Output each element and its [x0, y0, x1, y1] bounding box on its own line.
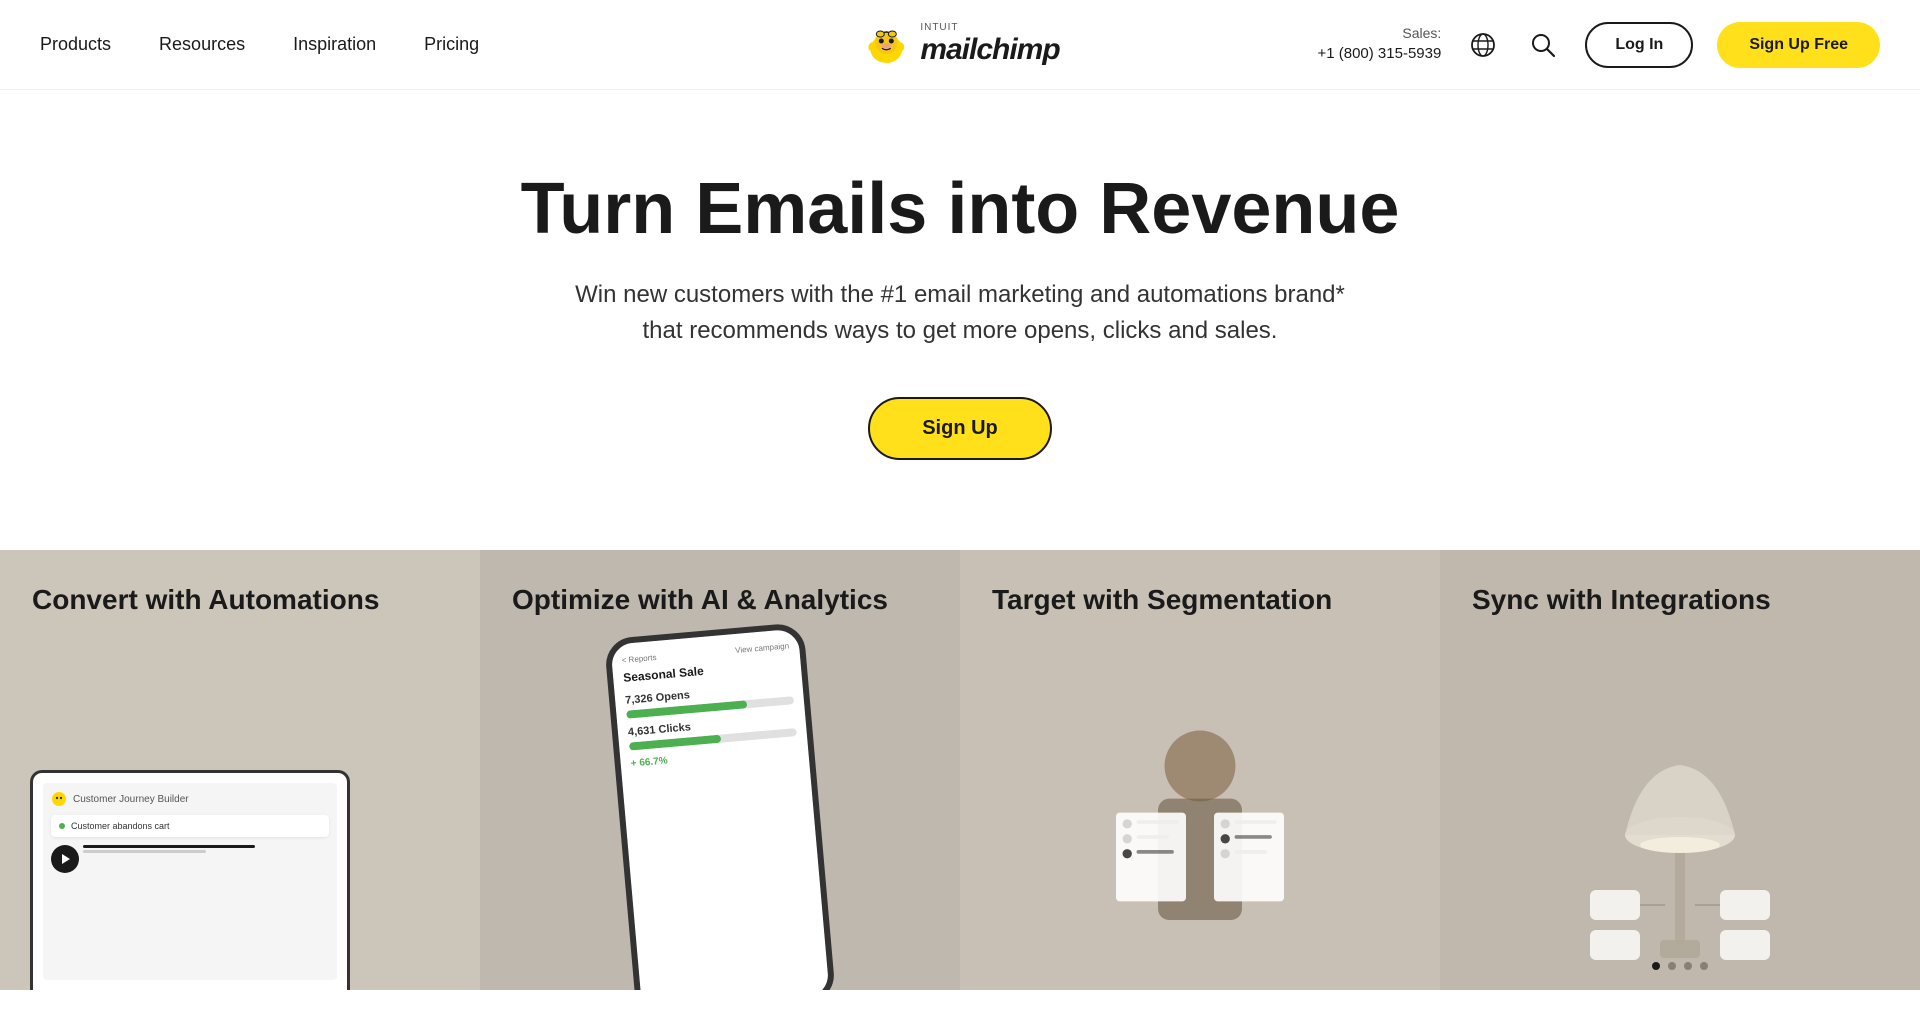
screen-row-text: Customer abandons cart	[71, 821, 170, 831]
language-selector[interactable]	[1465, 27, 1501, 63]
feature-segmentation: Target with Segmentation	[960, 550, 1440, 990]
feature-automations-image: Customer Journey Builder Customer abando…	[0, 650, 480, 990]
flow-node	[51, 845, 79, 873]
carousel-dot-3[interactable]	[1684, 962, 1692, 970]
carousel-dot-2[interactable]	[1668, 962, 1676, 970]
feature-integrations: Sync with Integrations	[1440, 550, 1920, 990]
nav-inspiration[interactable]: Inspiration	[293, 34, 376, 55]
features-section: Convert with Automations Customer Journe…	[0, 550, 1920, 990]
nav-left: Products Resources Inspiration Pricing	[40, 34, 479, 55]
intuit-label: INTUIT	[920, 22, 958, 33]
search-button[interactable]	[1525, 27, 1561, 63]
feature-segmentation-image	[960, 650, 1440, 990]
logo-text: INTUIT mailchimp	[920, 22, 1059, 67]
hero-subtitle: Win new customers with the #1 email mark…	[560, 277, 1360, 349]
feature-segmentation-title: Target with Segmentation	[960, 550, 1440, 617]
nav-pricing[interactable]: Pricing	[424, 34, 479, 55]
navbar: Products Resources Inspiration Pricing	[0, 0, 1920, 90]
phone-screen: < Reports View campaign Seasonal Sale 7,…	[610, 629, 829, 990]
mailchimp-monkey-icon	[860, 19, 912, 71]
hero-title: Turn Emails into Revenue	[521, 170, 1400, 249]
nav-products[interactable]: Products	[40, 34, 111, 55]
screen-row-1: Customer abandons cart	[51, 815, 329, 837]
screen-app-title: Customer Journey Builder	[73, 794, 189, 805]
nav-resources[interactable]: Resources	[159, 34, 245, 55]
feature-ai-analytics: Optimize with AI & Analytics < Reports V…	[480, 550, 960, 990]
mailchimp-small-icon	[51, 791, 67, 807]
flow-diagram	[51, 845, 329, 873]
signup-free-button[interactable]: Sign Up Free	[1717, 22, 1880, 68]
feature-integrations-title: Sync with Integrations	[1440, 550, 1920, 617]
hero-signup-button[interactable]: Sign Up	[868, 397, 1052, 460]
play-icon	[58, 852, 72, 866]
feature-integrations-image	[1440, 650, 1920, 990]
sales-phone: +1 (800) 315-5939	[1317, 45, 1441, 62]
lamp-illustration	[1570, 690, 1790, 990]
feature-ai-analytics-title: Optimize with AI & Analytics	[480, 550, 960, 617]
carousel-dot-1[interactable]	[1652, 962, 1660, 970]
feature-automations: Convert with Automations Customer Journe…	[0, 550, 480, 990]
sales-label: Sales:	[1317, 24, 1441, 44]
screen-header: Customer Journey Builder	[51, 791, 329, 807]
login-button[interactable]: Log In	[1585, 22, 1693, 68]
nav-right: Sales: +1 (800) 315-5939 Log In Sign Up …	[1317, 22, 1880, 68]
feature-automations-title: Convert with Automations	[0, 550, 480, 617]
feature-ai-image: < Reports View campaign Seasonal Sale 7,…	[480, 650, 960, 990]
logo[interactable]: INTUIT mailchimp	[860, 19, 1059, 71]
search-icon	[1530, 32, 1556, 58]
sales-info: Sales: +1 (800) 315-5939	[1317, 24, 1441, 66]
phone-mockup: < Reports View campaign Seasonal Sale 7,…	[604, 622, 836, 990]
person-illustration	[1100, 710, 1300, 990]
carousel-dots	[1652, 962, 1708, 970]
mailchimp-label: mailchimp	[920, 33, 1059, 67]
laptop-mockup: Customer Journey Builder Customer abando…	[30, 770, 350, 990]
globe-icon	[1470, 32, 1496, 58]
carousel-dot-4[interactable]	[1700, 962, 1708, 970]
hero-section: Turn Emails into Revenue Win new custome…	[0, 90, 1920, 550]
flow-lines	[83, 845, 329, 873]
